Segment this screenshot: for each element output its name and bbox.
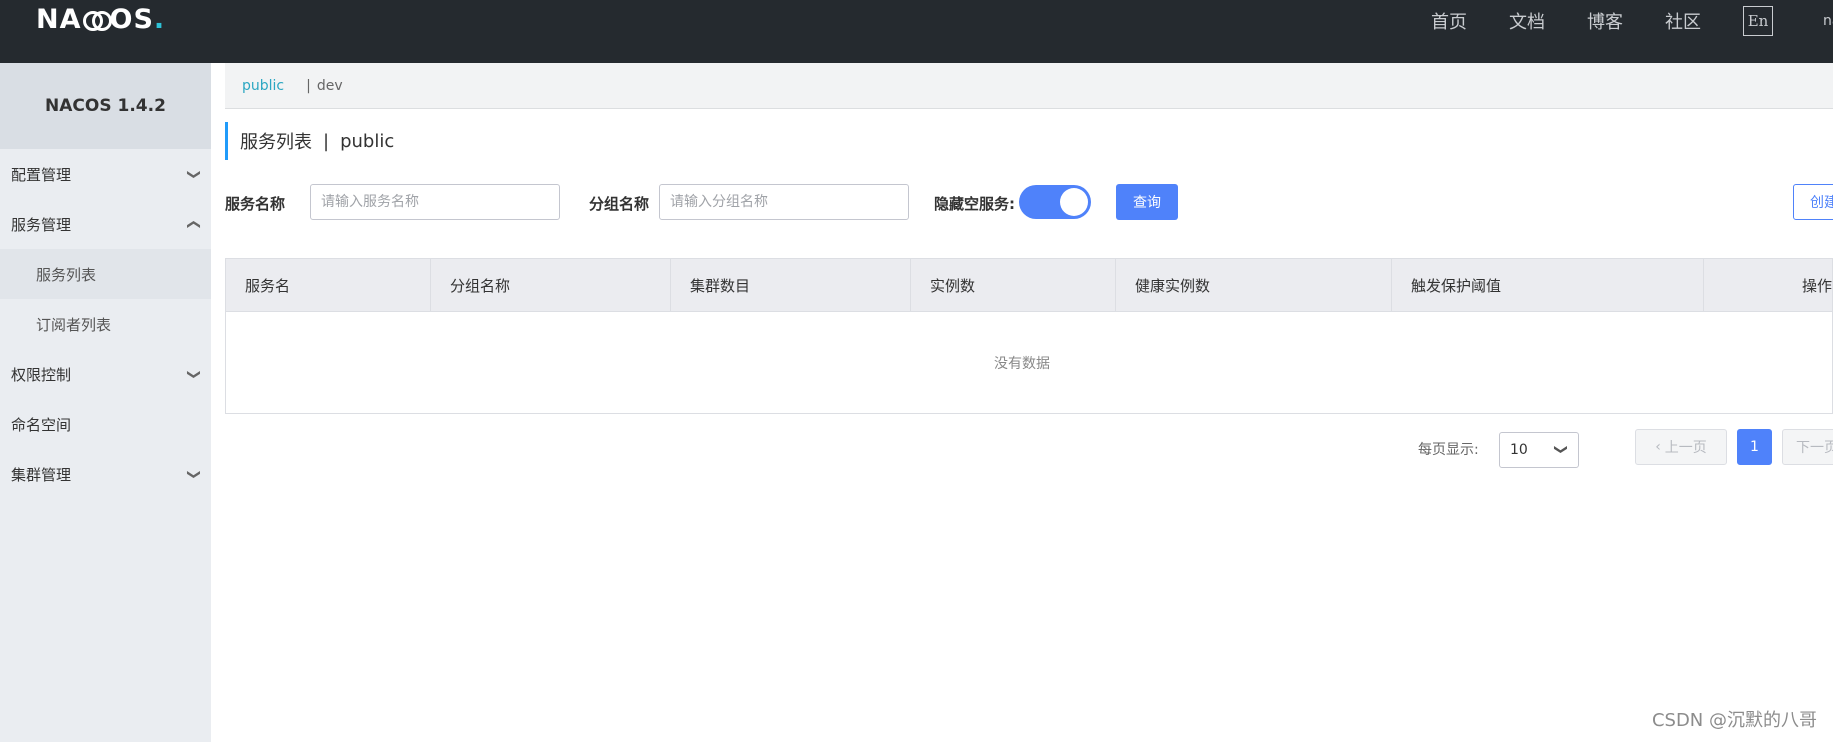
column-header-group-name: 分组名称 xyxy=(431,259,671,312)
chevron-down-icon: ❯ xyxy=(186,368,202,380)
next-page-button[interactable]: 下一页 xyxy=(1782,429,1833,465)
logo-text-start: NA xyxy=(36,3,82,35)
page-title-namespace: public xyxy=(340,130,395,152)
sidebar-item-service-management[interactable]: 服务管理 ❯ xyxy=(0,199,211,249)
chevron-up-icon: ❯ xyxy=(186,218,202,230)
toggle-knob xyxy=(1060,188,1088,216)
logo-text-end: OS xyxy=(109,3,154,35)
filter-bar: 服务名称 分组名称 隐藏空服务: 查询 创建服务 xyxy=(225,184,1833,220)
chevron-down-icon: ❯ xyxy=(186,168,202,180)
logo-dot: . xyxy=(153,3,166,35)
logo-infinity-mark xyxy=(82,9,112,31)
page-number-current[interactable]: 1 xyxy=(1737,429,1772,465)
service-name-label: 服务名称 xyxy=(225,195,286,213)
sidebar: NACOS 1.4.2 配置管理 ❯ 服务管理 ❯ 服务列表 订阅者列表 权限控… xyxy=(0,63,211,742)
namespace-public[interactable]: public xyxy=(242,78,284,94)
sidebar-item-namespace[interactable]: 命名空间 xyxy=(0,399,211,449)
chevron-down-icon: ❯ xyxy=(1553,444,1569,455)
user-menu[interactable]: na xyxy=(1823,13,1833,29)
page-size-label: 每页显示: xyxy=(1418,442,1479,458)
page-size-select[interactable]: 10 ❯ xyxy=(1499,432,1579,468)
table-empty-state: 没有数据 xyxy=(994,355,1050,372)
service-table: 服务名 分组名称 集群数目 实例数 健康实例数 触发保护阈值 操作 没有数据 xyxy=(225,258,1833,414)
top-nav-links: 首页 文档 博客 社区 En na xyxy=(1431,0,1833,42)
create-service-button[interactable]: 创建服务 xyxy=(1793,184,1833,220)
nav-home[interactable]: 首页 xyxy=(1431,8,1467,34)
watermark: CSDN @沉默的八哥 xyxy=(1651,710,1817,731)
main-content: public | dev 服务列表 | public 服务名称 分组名称 隐藏空… xyxy=(211,63,1833,742)
page-title-separator: | xyxy=(323,130,330,152)
column-header-instance-count: 实例数 xyxy=(911,259,1116,312)
namespace-separator: | xyxy=(306,77,311,94)
group-name-input[interactable] xyxy=(659,184,909,220)
nav-blog[interactable]: 博客 xyxy=(1587,8,1623,34)
table-header: 服务名 分组名称 集群数目 实例数 健康实例数 触发保护阈值 操作 xyxy=(226,259,1832,312)
page-title-text: 服务列表 xyxy=(240,132,312,153)
page-size-value: 10 xyxy=(1510,442,1528,458)
sidebar-version-title: NACOS 1.4.2 xyxy=(0,63,211,149)
query-button[interactable]: 查询 xyxy=(1116,184,1178,220)
sidebar-item-label: 命名空间 xyxy=(11,415,72,434)
sidebar-item-label: 权限控制 xyxy=(11,365,72,384)
group-name-label: 分组名称 xyxy=(589,195,650,213)
column-header-healthy-instance-count: 健康实例数 xyxy=(1116,259,1392,312)
column-header-actions-text: 操作 xyxy=(1801,277,1832,295)
sidebar-item-label: 集群管理 xyxy=(11,465,72,484)
pagination: 每页显示: 10 ❯ ‹ 上一页 1 下一页 xyxy=(211,429,1833,469)
prev-page-button[interactable]: ‹ 上一页 xyxy=(1635,429,1727,465)
top-navbar: NA OS . 首页 文档 博客 社区 En na xyxy=(0,0,1833,63)
sidebar-item-config-management[interactable]: 配置管理 ❯ xyxy=(0,149,211,199)
sidebar-item-cluster-management[interactable]: 集群管理 ❯ xyxy=(0,449,211,499)
chevron-left-icon: ‹ xyxy=(1655,439,1661,455)
prev-page-label: 上一页 xyxy=(1664,440,1707,456)
nav-docs[interactable]: 文档 xyxy=(1509,8,1545,34)
column-header-protect-threshold: 触发保护阈值 xyxy=(1392,259,1704,312)
sidebar-item-service-list[interactable]: 服务列表 xyxy=(0,249,211,299)
column-header-cluster-count: 集群数目 xyxy=(671,259,911,312)
hide-empty-services-label: 隐藏空服务: xyxy=(934,195,1015,213)
sidebar-item-label: 配置管理 xyxy=(11,165,72,184)
sidebar-item-label: 服务管理 xyxy=(11,215,72,234)
namespace-dev[interactable]: dev xyxy=(317,78,343,94)
namespace-bar: public | dev xyxy=(225,63,1833,109)
column-header-service-name: 服务名 xyxy=(226,259,431,312)
nacos-logo[interactable]: NA OS . xyxy=(36,3,166,35)
language-switch-button[interactable]: En xyxy=(1743,6,1773,36)
column-header-actions: 操作 xyxy=(1704,259,1832,312)
page-title: 服务列表 | public xyxy=(225,122,394,160)
sidebar-item-subscriber-list[interactable]: 订阅者列表 xyxy=(0,299,211,349)
nav-community[interactable]: 社区 xyxy=(1665,8,1701,34)
chevron-down-icon: ❯ xyxy=(186,468,202,480)
service-name-input[interactable] xyxy=(310,184,560,220)
sidebar-item-access-control[interactable]: 权限控制 ❯ xyxy=(0,349,211,399)
hide-empty-services-toggle[interactable] xyxy=(1019,185,1091,219)
